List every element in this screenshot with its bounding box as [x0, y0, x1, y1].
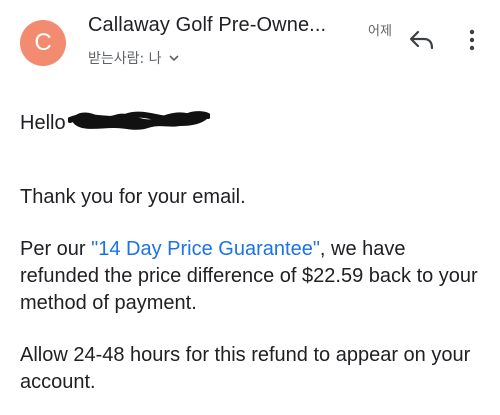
refund-paragraph: Per our "14 Day Price Guarantee", we hav… [20, 236, 490, 317]
greeting-text: Hello [20, 112, 66, 134]
reply-button[interactable] [408, 26, 436, 54]
price-guarantee-link[interactable]: "14 Day Price Guarantee" [91, 238, 320, 260]
reply-icon [409, 30, 434, 50]
more-vert-icon [469, 29, 475, 51]
greeting-line: Hello [20, 110, 66, 137]
redacted-name-scribble [68, 111, 210, 130]
sender-name[interactable]: Callaway Golf Pre-Owne... [88, 14, 358, 37]
recipient-label: 받는사람: 나 [88, 51, 162, 67]
avatar-letter: C [34, 29, 52, 56]
email-date: 어제 [368, 24, 392, 39]
refund-timing-paragraph: Allow 24-48 hours for this refund to app… [20, 344, 471, 393]
email-header: C Callaway Golf Pre-Owne... 어제 받는사람: 나 [0, 0, 500, 80]
refund-prefix: Per our [20, 238, 92, 260]
chevron-down-icon [169, 55, 179, 62]
email-view: C Callaway Golf Pre-Owne... 어제 받는사람: 나 H… [0, 0, 500, 415]
recipient-details-toggle[interactable]: 받는사람: 나 [88, 48, 180, 68]
thanks-paragraph: Thank you for your email. [20, 186, 246, 208]
more-options-button[interactable] [460, 26, 484, 54]
sender-avatar[interactable]: C [20, 20, 66, 66]
